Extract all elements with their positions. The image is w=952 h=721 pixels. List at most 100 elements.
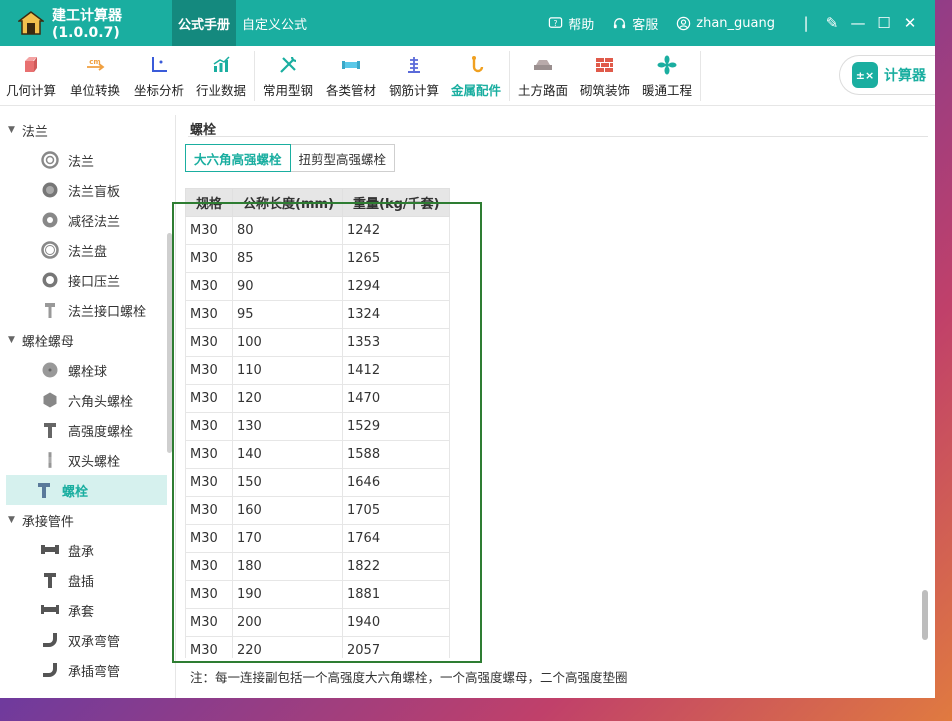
- table-cell: 220: [232, 636, 343, 658]
- table-cell: M30: [185, 244, 233, 273]
- tab-label: 扭剪型高强螺栓: [298, 151, 387, 167]
- item-label: 高强度螺栓: [68, 424, 134, 440]
- item-label: 盘承: [68, 544, 95, 560]
- tool-geometry[interactable]: 几何计算: [0, 47, 62, 105]
- table-note: 注：每一连接副包括一个高强度大六角螺栓，一个高强度螺母，二个高强度垫圈: [190, 670, 628, 685]
- sidebar-item-spigot-flange[interactable]: 盘插: [6, 565, 167, 595]
- app-logo-icon: [18, 11, 44, 35]
- sidebar-item-bolt-ball[interactable]: 螺栓球: [6, 355, 167, 385]
- table-cell: 95: [232, 300, 343, 329]
- sidebar-scrollbar[interactable]: [167, 233, 172, 453]
- table-row[interactable]: M30 85 1265: [185, 244, 450, 273]
- item-label: 法兰盲板: [68, 184, 121, 200]
- maximize-button[interactable]: ☐: [871, 14, 897, 32]
- tool-steel[interactable]: 常用型钢: [257, 47, 319, 105]
- sidebar-item-socket-spigot-bend[interactable]: 承插弯管: [6, 655, 167, 685]
- sidebar-item-reducing-flange[interactable]: 减径法兰: [6, 205, 167, 235]
- user-button[interactable]: zhan_guang: [676, 16, 775, 31]
- item-label: 双头螺栓: [68, 454, 121, 470]
- rebar-icon: [402, 53, 426, 77]
- table-cell: 1412: [342, 356, 450, 385]
- table-row[interactable]: M30 110 1412: [185, 356, 450, 385]
- tab-formula-manual[interactable]: 公式手册: [172, 0, 237, 46]
- sidebar-item-flange-bolt[interactable]: 法兰接口螺栓: [6, 295, 167, 325]
- sidebar-item-double-socket-bend[interactable]: 双承弯管: [6, 625, 167, 655]
- user-name: zhan_guang: [696, 15, 775, 31]
- table-row[interactable]: M30 95 1324: [185, 300, 450, 329]
- tab-label: 公式手册: [178, 17, 231, 33]
- table-row[interactable]: M30 80 1242: [185, 216, 450, 245]
- table-row[interactable]: M30 120 1470: [185, 384, 450, 413]
- calculator-button[interactable]: ±× 计算器: [839, 55, 935, 95]
- column-header[interactable]: 规格: [185, 188, 233, 217]
- tool-label: 单位转换: [69, 83, 120, 98]
- table-cell: 1470: [342, 384, 450, 413]
- tool-industry-data[interactable]: 行业数据: [190, 47, 252, 105]
- tool-earthwork[interactable]: 土方路面: [512, 47, 574, 105]
- tab-torshear-bolt[interactable]: 扭剪型高强螺栓: [290, 144, 396, 172]
- sidebar-item-stud-bolt[interactable]: 双头螺栓: [6, 445, 167, 475]
- item-label: 法兰接口螺栓: [68, 304, 147, 320]
- app-window: 建工计算器(1.0.0.7) 公式手册 自定义公式 ? 帮助 客服 zhan_g…: [0, 0, 935, 698]
- table-row[interactable]: M30 200 1940: [185, 608, 450, 637]
- table-cell: M30: [185, 636, 233, 658]
- sidebar-item-sleeve[interactable]: 承套: [6, 595, 167, 625]
- maximize-icon: ☐: [877, 14, 891, 32]
- bolt-ball-icon: [40, 360, 60, 380]
- table-row[interactable]: M30 170 1764: [185, 524, 450, 553]
- sidebar-item-blind-flange[interactable]: 法兰盲板: [6, 175, 167, 205]
- tool-rebar[interactable]: 钢筋计算: [383, 47, 445, 105]
- category-toolbar: 几何计算 cm 单位转换 坐标分析 行业数据 常用型钢 各类管材 钢筋计算 金属…: [0, 46, 935, 106]
- sidebar-item-bolt[interactable]: 螺栓: [6, 475, 167, 505]
- help-button[interactable]: ? 帮助: [548, 14, 594, 33]
- table-cell: 1940: [342, 608, 450, 637]
- sidebar-item-hs-bolt[interactable]: 高强度螺栓: [6, 415, 167, 445]
- tool-hvac[interactable]: 暖通工程: [636, 47, 698, 105]
- table-row[interactable]: M30 160 1705: [185, 496, 450, 525]
- tool-metal-parts[interactable]: 金属配件: [445, 47, 507, 105]
- pin-button[interactable]: ✎: [819, 14, 845, 32]
- tab-label: 自定义公式: [242, 17, 308, 33]
- table-row[interactable]: M30 220 2057: [185, 636, 450, 658]
- elbow-icon: [40, 630, 60, 650]
- caret-down-icon: ▼: [8, 125, 15, 135]
- item-label: 承套: [68, 604, 95, 620]
- table-row[interactable]: M30 140 1588: [185, 440, 450, 469]
- table-cell: 1705: [342, 496, 450, 525]
- table-cell: 170: [232, 524, 343, 553]
- sidebar-group-bolt-nut[interactable]: ▼ 螺栓螺母: [0, 325, 175, 355]
- flange-icon: [40, 150, 60, 170]
- tab-hex-hs-bolt[interactable]: 大六角高强螺栓: [185, 144, 291, 172]
- tool-masonry[interactable]: 砌筑装饰: [574, 47, 636, 105]
- column-header[interactable]: 重量(kg/千套): [342, 188, 450, 217]
- bolt-weight-table: 规格 公称长度(mm) 重量(kg/千套) M30 80 1242 M30 85 1265…: [185, 188, 450, 658]
- sidebar-group-flange[interactable]: ▼ 法兰: [0, 115, 175, 145]
- sidebar-item-flange-plate[interactable]: 法兰盘: [6, 235, 167, 265]
- table-cell: 140: [232, 440, 343, 469]
- minimize-button[interactable]: —: [845, 14, 871, 32]
- tool-axis[interactable]: 坐标分析: [128, 47, 190, 105]
- sidebar-item-flange[interactable]: 法兰: [6, 145, 167, 175]
- table-row[interactable]: M30 90 1294: [185, 272, 450, 301]
- column-header[interactable]: 公称长度(mm): [232, 188, 343, 217]
- sidebar-item-hex-bolt[interactable]: 六角头螺栓: [6, 385, 167, 415]
- table-row[interactable]: M30 190 1881: [185, 580, 450, 609]
- sidebar-item-gland[interactable]: 接口压兰: [6, 265, 167, 295]
- stud-bolt-icon: [40, 450, 60, 470]
- service-button[interactable]: 客服: [612, 14, 658, 33]
- main-scrollbar[interactable]: [922, 590, 928, 640]
- tool-unit-convert[interactable]: cm 单位转换: [62, 47, 128, 105]
- tool-pipe[interactable]: 各类管材: [319, 47, 383, 105]
- user-icon: [677, 16, 691, 30]
- item-label: 接口压兰: [68, 274, 121, 290]
- table-row[interactable]: M30 130 1529: [185, 412, 450, 441]
- close-button[interactable]: ✕: [897, 14, 923, 32]
- sidebar-group-pipe-fittings[interactable]: ▼ 承接管件: [0, 505, 175, 535]
- table-row[interactable]: M30 100 1353: [185, 328, 450, 357]
- table-row[interactable]: M30 150 1646: [185, 468, 450, 497]
- cube-icon: [19, 53, 43, 77]
- table-row[interactable]: M30 180 1822: [185, 552, 450, 581]
- tab-custom-formula[interactable]: 自定义公式: [236, 0, 313, 46]
- table-body: M30 80 1242 M30 85 1265 M30 90 1294 M30 95 1324 M30 1…: [185, 216, 450, 658]
- sidebar-item-socket-flange[interactable]: 盘承: [6, 535, 167, 565]
